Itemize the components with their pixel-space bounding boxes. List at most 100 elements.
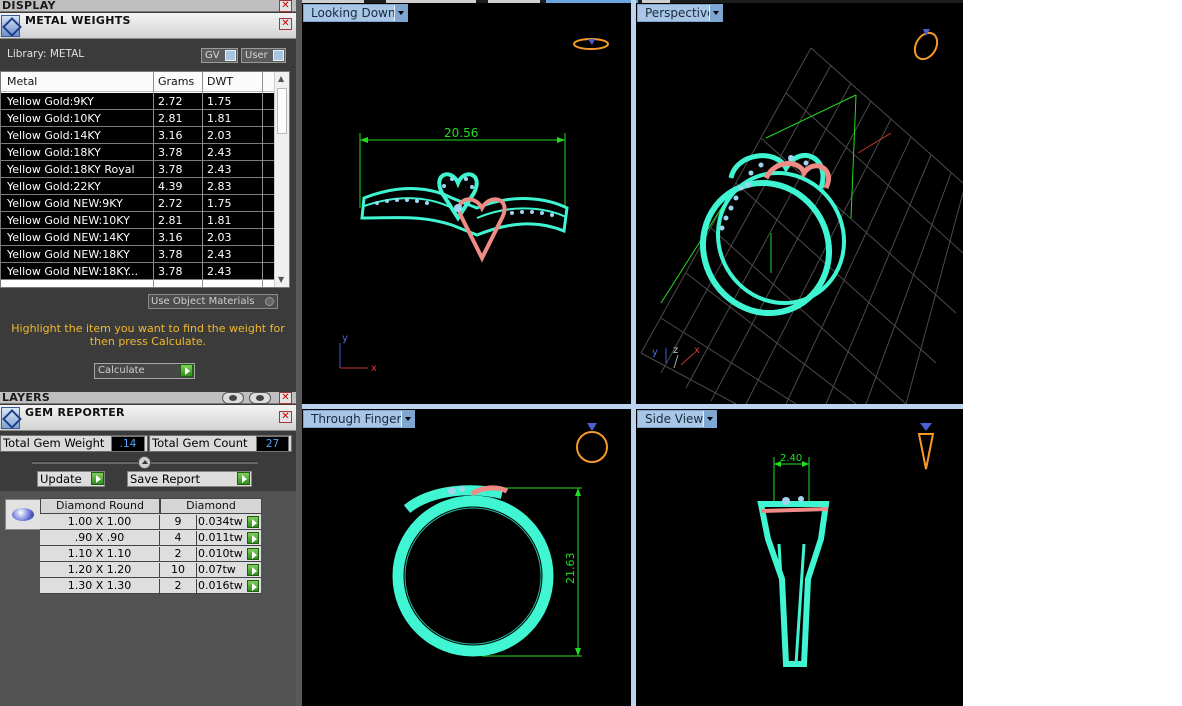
viewport-dropdown-icon[interactable]	[394, 5, 407, 21]
metal-weights-logo-icon	[1, 15, 20, 37]
gv-toggle[interactable]: GV	[201, 48, 238, 63]
close-layers-button[interactable]: ✕	[279, 392, 292, 404]
layers-hide-icon[interactable]	[222, 392, 244, 404]
metal-cell-metal: Yellow Gold NEW:9KY	[7, 197, 123, 210]
column-header-dwt[interactable]: DWT	[207, 75, 233, 88]
viewport-dropdown-icon[interactable]	[401, 411, 414, 427]
gem-row[interactable]: .90 X .90 4 0.011tw	[40, 530, 261, 547]
metal-cell-grams: 2.72	[158, 95, 183, 108]
update-button[interactable]: Update	[37, 471, 105, 487]
perspective-canvas: y z x	[640, 29, 963, 404]
viewport-splitter-vertical[interactable]	[631, 0, 636, 706]
user-toggle[interactable]: User	[241, 48, 286, 63]
viewport-side-view[interactable]: 2.40 Side View	[636, 409, 963, 706]
use-object-materials-option[interactable]: Use Object Materials	[148, 294, 278, 309]
metal-cell-dwt: 2.83	[207, 180, 232, 193]
save-report-button[interactable]: Save Report	[127, 471, 252, 487]
axis-x-guide	[857, 132, 892, 154]
metal-cell-dwt: 2.43	[207, 265, 232, 278]
ring-band-outline	[360, 187, 569, 237]
viewport-splitter-horizontal[interactable]	[302, 404, 963, 409]
close-metal-weights-button[interactable]: ✕	[279, 18, 292, 30]
metal-row[interactable]: Yellow Gold NEW:18KY 3.78 2.43	[1, 246, 275, 263]
axis-x-label: x	[694, 345, 700, 356]
display-section-bar[interactable]: DISPLAY	[0, 0, 296, 12]
metal-row[interactable]: Yellow Gold NEW:10KY 2.81 1.81	[1, 212, 275, 229]
viewport-tab-looking-down[interactable]: Looking Down	[303, 4, 408, 22]
axis-y-label: y	[652, 347, 658, 358]
gem-cell-count: 2	[174, 547, 182, 560]
orientation-gem-icon	[920, 423, 932, 431]
metal-table-scrollbar[interactable]: ▲ ▼	[274, 72, 289, 287]
dimension-arrow	[575, 648, 581, 656]
metal-cell-grams: 4.39	[158, 180, 183, 193]
close-gem-reporter-button[interactable]: ✕	[279, 411, 292, 423]
metal-cell-dwt: 1.75	[207, 95, 232, 108]
metal-row[interactable]: Yellow Gold NEW:18KY... 3.78 2.43	[1, 263, 275, 280]
calculate-button[interactable]: Calculate	[94, 363, 195, 379]
gem-cell-count: 9	[174, 515, 182, 528]
axis-z-line	[673, 354, 679, 369]
orientation-ring-icon	[576, 431, 608, 463]
metal-cell-metal: Yellow Gold NEW:14KY	[7, 231, 130, 244]
metal-row[interactable]: Yellow Gold:9KY 2.72 1.75	[1, 93, 275, 110]
metal-cell-grams: 3.16	[158, 129, 183, 142]
update-arrow-icon	[91, 472, 104, 485]
calculate-label: Calculate	[98, 365, 145, 376]
viewport-perspective[interactable]: y z x Perspective	[636, 3, 963, 404]
column-divider	[153, 72, 154, 287]
column-header-grams[interactable]: Grams	[158, 75, 194, 88]
viewport-looking-down[interactable]: 20.56 y x Looking Down	[302, 3, 631, 404]
metal-row[interactable]: Yellow Gold:18KY Royal 3.78 2.43	[1, 161, 275, 178]
use-object-materials-radio[interactable]	[265, 297, 274, 306]
gem-row[interactable]: 1.30 X 1.30 2 0.016tw	[40, 578, 261, 595]
viewport-through-finger[interactable]: 21.63 Through Finger	[302, 409, 631, 706]
metal-row[interactable]: Yellow Gold:22KY 4.39 2.83	[1, 178, 275, 195]
gem-select-arrow-icon[interactable]	[247, 532, 259, 544]
close-display-button[interactable]: ✕	[279, 0, 292, 12]
viewport-label-looking-down: Looking Down	[311, 6, 396, 20]
column-divider	[262, 72, 263, 287]
metal-weights-header: METAL WEIGHTS	[0, 13, 296, 39]
gem-row[interactable]: 1.00 X 1.00 9 0.034tw	[40, 514, 261, 531]
scroll-down-icon[interactable]: ▼	[278, 275, 284, 284]
user-checkbox-icon	[273, 50, 284, 61]
column-header-metal[interactable]: Metal	[7, 75, 37, 88]
ring-side-profile	[757, 501, 830, 667]
gem-row[interactable]: 1.10 X 1.10 2 0.010tw	[40, 546, 261, 563]
layers-section-label: LAYERS	[2, 391, 51, 404]
gem-select-arrow-icon[interactable]	[247, 548, 259, 560]
layers-eye-icon[interactable]	[249, 392, 271, 404]
update-label: Update	[40, 472, 82, 486]
viewport-label-perspective: Perspective	[645, 6, 715, 20]
metal-row[interactable]: Yellow Gold:10KY 2.81 1.81	[1, 110, 275, 127]
metal-row[interactable]: Yellow Gold:18KY 3.78 2.43	[1, 144, 275, 161]
gem-row[interactable]: 1.20 X 1.20 10 0.07tw	[40, 562, 261, 579]
metal-row[interactable]: Yellow Gold NEW:14KY 3.16 2.03	[1, 229, 275, 246]
calculate-hint: Highlight the item you want to find the …	[11, 322, 285, 348]
metal-row[interactable]: Yellow Gold NEW:9KY 2.72 1.75	[1, 195, 275, 212]
viewport-dropdown-icon[interactable]	[703, 411, 716, 427]
metal-weights-title: METAL WEIGHTS	[25, 14, 131, 27]
viewport-tab-perspective[interactable]: Perspective	[637, 4, 723, 22]
metal-cell-metal: Yellow Gold:18KY	[7, 146, 101, 159]
scroll-thumb[interactable]	[277, 88, 287, 134]
viewport-tab-side-view[interactable]: Side View	[637, 410, 717, 428]
gem-select-arrow-icon[interactable]	[247, 580, 259, 592]
gem-slider-knob[interactable]	[138, 456, 151, 469]
display-section-label: DISPLAY	[2, 0, 56, 12]
dimension-arrow	[360, 137, 368, 143]
metal-table[interactable]: Metal Grams DWT Yellow Gold:9KY 2.72 1.75 Y…	[0, 71, 290, 288]
gem-cell-size: .90 X .90	[40, 531, 160, 547]
through-finger-canvas: 21.63	[392, 423, 608, 657]
metal-row[interactable]: Yellow Gold:14KY 3.16 2.03	[1, 127, 275, 144]
metal-cell-dwt: 1.81	[207, 214, 232, 227]
gem-select-arrow-icon[interactable]	[247, 516, 259, 528]
viewport-dropdown-icon[interactable]	[709, 5, 722, 21]
scroll-up-icon[interactable]: ▲	[278, 74, 284, 83]
viewport-tab-through-finger[interactable]: Through Finger	[303, 410, 415, 428]
dimension-text: 20.56	[444, 126, 478, 140]
perspective-grid	[640, 47, 963, 404]
gem-select-arrow-icon[interactable]	[247, 564, 259, 576]
side-view-canvas: 2.40	[757, 423, 935, 667]
